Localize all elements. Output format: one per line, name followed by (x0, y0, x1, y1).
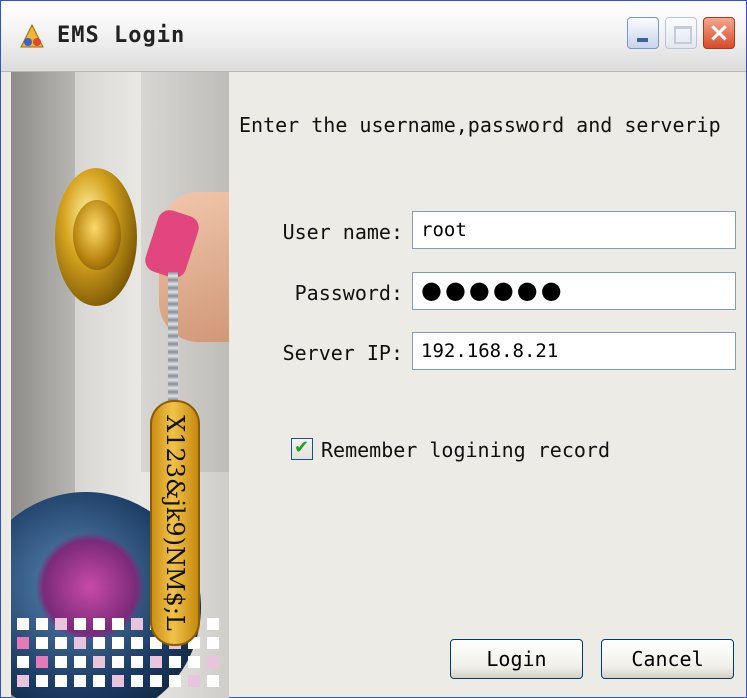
maximize-icon (674, 26, 692, 44)
login-window: EMS Login × X123&jk9)NM$;L Enter the use… (0, 0, 747, 698)
minimize-button[interactable] (627, 17, 659, 49)
server-ip-field[interactable]: 192.168.8.21 (412, 332, 736, 370)
login-illustration: X123&jk9)NM$;L (11, 72, 229, 698)
cancel-button[interactable]: Cancel (601, 639, 734, 679)
key-tag: X123&jk9)NM$;L (150, 400, 200, 646)
password-label: Password: (294, 281, 403, 305)
login-button[interactable]: Login (450, 639, 583, 679)
username-label: User name: (282, 220, 403, 244)
lock-cylinder (73, 200, 121, 270)
instruction-text: Enter the username,password and serverip (239, 113, 721, 137)
minimize-icon (637, 38, 648, 42)
window-title: EMS Login (57, 23, 186, 48)
ems-app-icon (20, 23, 44, 48)
title-bar[interactable]: EMS Login × (1, 1, 746, 72)
password-field[interactable]: ●●●●●● (412, 272, 736, 310)
close-button[interactable]: × (703, 17, 735, 49)
server-ip-label: Server IP: (282, 341, 403, 365)
close-icon: × (708, 18, 730, 48)
maximize-button[interactable] (665, 17, 697, 49)
username-field[interactable]: root (412, 211, 736, 249)
remember-checkbox[interactable]: ✔ (291, 437, 313, 460)
key-tag-text: X123&jk9)NM$;L (161, 415, 189, 631)
remember-label[interactable]: Remember logining record (321, 438, 610, 462)
checkmark-icon: ✔ (294, 437, 310, 458)
